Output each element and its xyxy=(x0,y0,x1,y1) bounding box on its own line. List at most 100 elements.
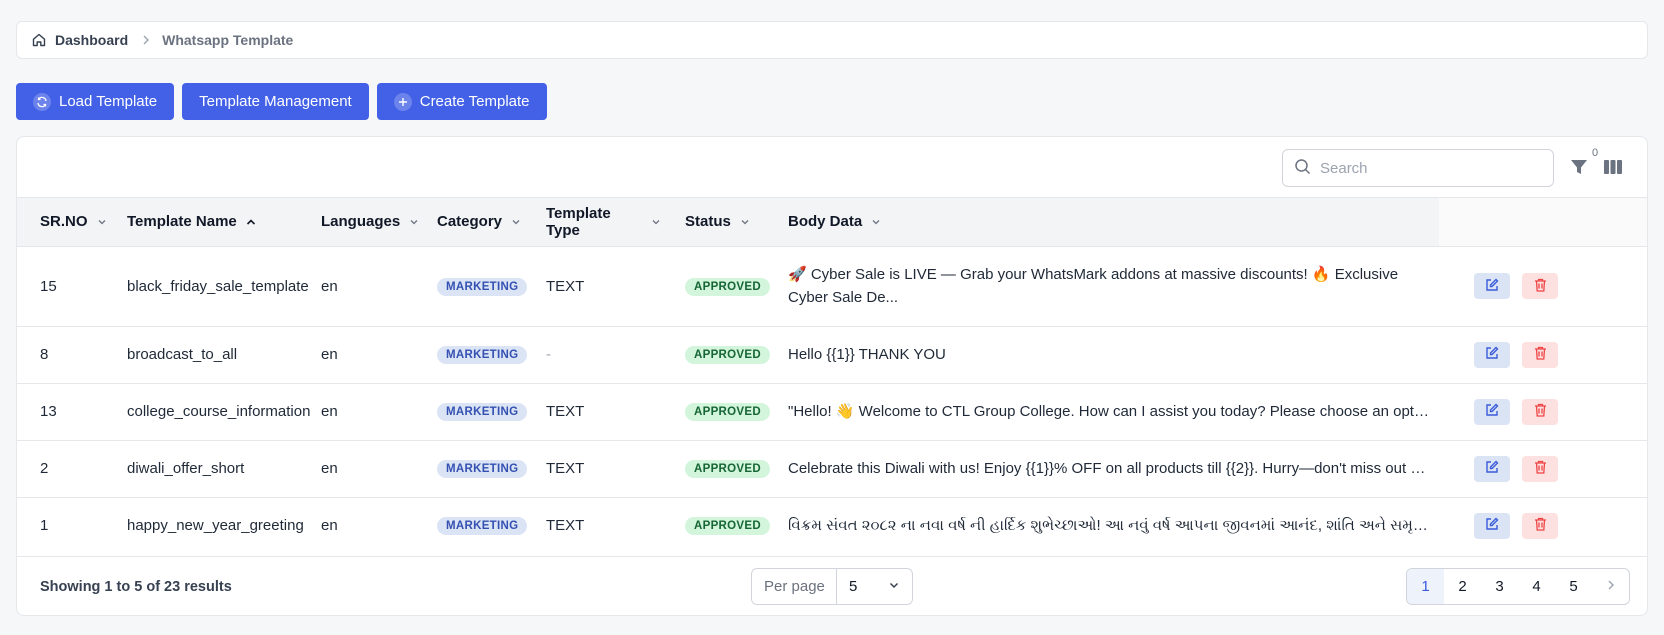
header-srno[interactable]: SR.NO xyxy=(17,198,105,246)
header-template-type[interactable]: Template Type xyxy=(523,198,662,246)
create-template-button[interactable]: Create Template xyxy=(376,83,547,120)
cell-template-type: TEXT xyxy=(523,382,662,440)
table-row: 13 college_course_information en MARKETI… xyxy=(17,382,1647,440)
header-template-name[interactable]: Template Name xyxy=(104,198,298,246)
filter-icon[interactable] xyxy=(1569,157,1589,177)
edit-icon xyxy=(1485,278,1499,295)
cell-category: MARKETING xyxy=(414,382,528,440)
chevron-down-icon xyxy=(739,216,751,228)
templates-table: SR.NO Template Name Languages Category T… xyxy=(17,198,1647,554)
header-languages[interactable]: Languages xyxy=(298,198,418,246)
cell-template-type: TEXT xyxy=(523,496,662,554)
table-header-row: SR.NO Template Name Languages Category T… xyxy=(17,198,1647,246)
status-badge: APPROVED xyxy=(685,277,770,296)
cell-body-data: 🚀 Cyber Sale is LIVE — Grab your WhatsMa… xyxy=(765,245,1439,326)
table-row: 15 black_friday_sale_template en MARKETI… xyxy=(17,245,1647,326)
cell-template-name: happy_new_year_greeting xyxy=(104,496,304,554)
home-icon[interactable] xyxy=(31,32,47,48)
delete-button[interactable] xyxy=(1522,512,1558,539)
cell-srno: 8 xyxy=(17,325,104,383)
per-page-select[interactable]: 5 xyxy=(837,569,912,604)
per-page-selector[interactable]: Per page 5 xyxy=(751,568,913,605)
cell-srno: 2 xyxy=(17,439,104,497)
header-body-data[interactable]: Body Data xyxy=(765,198,1439,246)
cell-srno: 15 xyxy=(17,245,104,326)
cell-srno: 13 xyxy=(17,382,104,440)
category-badge: MARKETING xyxy=(437,403,528,421)
cell-template-type: - xyxy=(523,325,662,383)
status-badge: APPROVED xyxy=(685,460,770,478)
edit-button[interactable] xyxy=(1474,455,1510,482)
per-page-label: Per page xyxy=(752,569,837,604)
page-3-button[interactable]: 3 xyxy=(1481,569,1518,604)
trash-icon xyxy=(1534,278,1547,295)
template-management-button[interactable]: Template Management xyxy=(182,83,369,120)
refresh-icon xyxy=(33,92,51,111)
cell-actions xyxy=(1439,496,1647,554)
edit-button[interactable] xyxy=(1474,273,1510,299)
cell-actions xyxy=(1439,245,1647,326)
table-row: 2 diwali_offer_short en MARKETING TEXT A… xyxy=(17,439,1647,497)
cell-category: MARKETING xyxy=(414,245,528,326)
table-row: 8 broadcast_to_all en MARKETING - APPROV… xyxy=(17,325,1647,383)
trash-icon xyxy=(1534,403,1547,420)
cell-template-name: broadcast_to_all xyxy=(104,325,298,383)
search-box[interactable] xyxy=(1282,149,1554,187)
action-bar: Load Template Template Management Create… xyxy=(16,83,547,120)
search-input[interactable] xyxy=(1320,159,1540,177)
breadcrumb-dashboard-link[interactable]: Dashboard xyxy=(55,32,128,48)
header-category[interactable]: Category xyxy=(414,198,523,246)
delete-button[interactable] xyxy=(1522,341,1558,368)
chevron-down-icon xyxy=(408,216,420,228)
search-icon xyxy=(1294,158,1311,179)
trash-icon xyxy=(1534,346,1547,363)
edit-button[interactable] xyxy=(1474,341,1510,368)
cell-srno: 1 xyxy=(17,496,104,554)
chevron-down-icon xyxy=(888,578,900,595)
chevron-down-icon xyxy=(650,216,662,228)
table-toolbar: 0 xyxy=(17,137,1647,198)
page-5-button[interactable]: 5 xyxy=(1555,569,1592,604)
status-badge: APPROVED xyxy=(685,517,770,536)
trash-icon xyxy=(1534,460,1547,477)
results-summary: Showing 1 to 5 of 23 results xyxy=(40,579,232,595)
edit-icon xyxy=(1485,403,1499,420)
cell-status: APPROVED xyxy=(662,325,770,383)
cell-actions xyxy=(1439,325,1647,383)
cell-status: APPROVED xyxy=(662,382,770,440)
cell-language: en xyxy=(298,245,414,326)
edit-icon xyxy=(1485,517,1499,534)
cell-template-type: TEXT xyxy=(523,245,662,326)
edit-button[interactable] xyxy=(1474,512,1510,539)
chevron-right-icon xyxy=(142,33,150,48)
templates-table-card: 0 SR.NO Template Name Languages Category… xyxy=(16,136,1648,616)
load-template-button[interactable]: Load Template xyxy=(16,83,175,120)
table-footer: Showing 1 to 5 of 23 results Per page 5 … xyxy=(17,556,1647,615)
cell-status: APPROVED xyxy=(662,439,770,497)
category-badge: MARKETING xyxy=(437,460,528,478)
edit-button[interactable] xyxy=(1474,398,1510,425)
delete-button[interactable] xyxy=(1522,455,1558,482)
cell-body-data: વિક્રમ સંવત ૨૦૮૨ ના નવા વર્ષ ની હાર્દિક … xyxy=(765,496,1439,554)
cell-language: en xyxy=(298,439,414,497)
status-badge: APPROVED xyxy=(685,346,770,364)
delete-button[interactable] xyxy=(1522,398,1558,425)
cell-body-data: "Hello! 👋 Welcome to CTL Group College. … xyxy=(765,382,1439,440)
category-badge: MARKETING xyxy=(437,346,528,364)
per-page-value: 5 xyxy=(849,578,858,595)
columns-icon[interactable] xyxy=(1603,158,1623,176)
cell-language: en xyxy=(298,325,414,383)
page-2-button[interactable]: 2 xyxy=(1444,569,1481,604)
cell-template-type: TEXT xyxy=(523,439,662,497)
template-management-label: Template Management xyxy=(199,93,352,110)
create-template-label: Create Template xyxy=(419,93,530,110)
next-page-button[interactable] xyxy=(1592,569,1629,604)
header-status[interactable]: Status xyxy=(662,198,765,246)
cell-category: MARKETING xyxy=(414,439,528,497)
cell-language: en xyxy=(298,496,414,554)
plus-circle-icon xyxy=(393,92,412,111)
delete-button[interactable] xyxy=(1522,273,1558,299)
page-1-button[interactable]: 1 xyxy=(1407,569,1444,604)
breadcrumb: Dashboard Whatsapp Template xyxy=(16,21,1648,59)
page-4-button[interactable]: 4 xyxy=(1518,569,1555,604)
